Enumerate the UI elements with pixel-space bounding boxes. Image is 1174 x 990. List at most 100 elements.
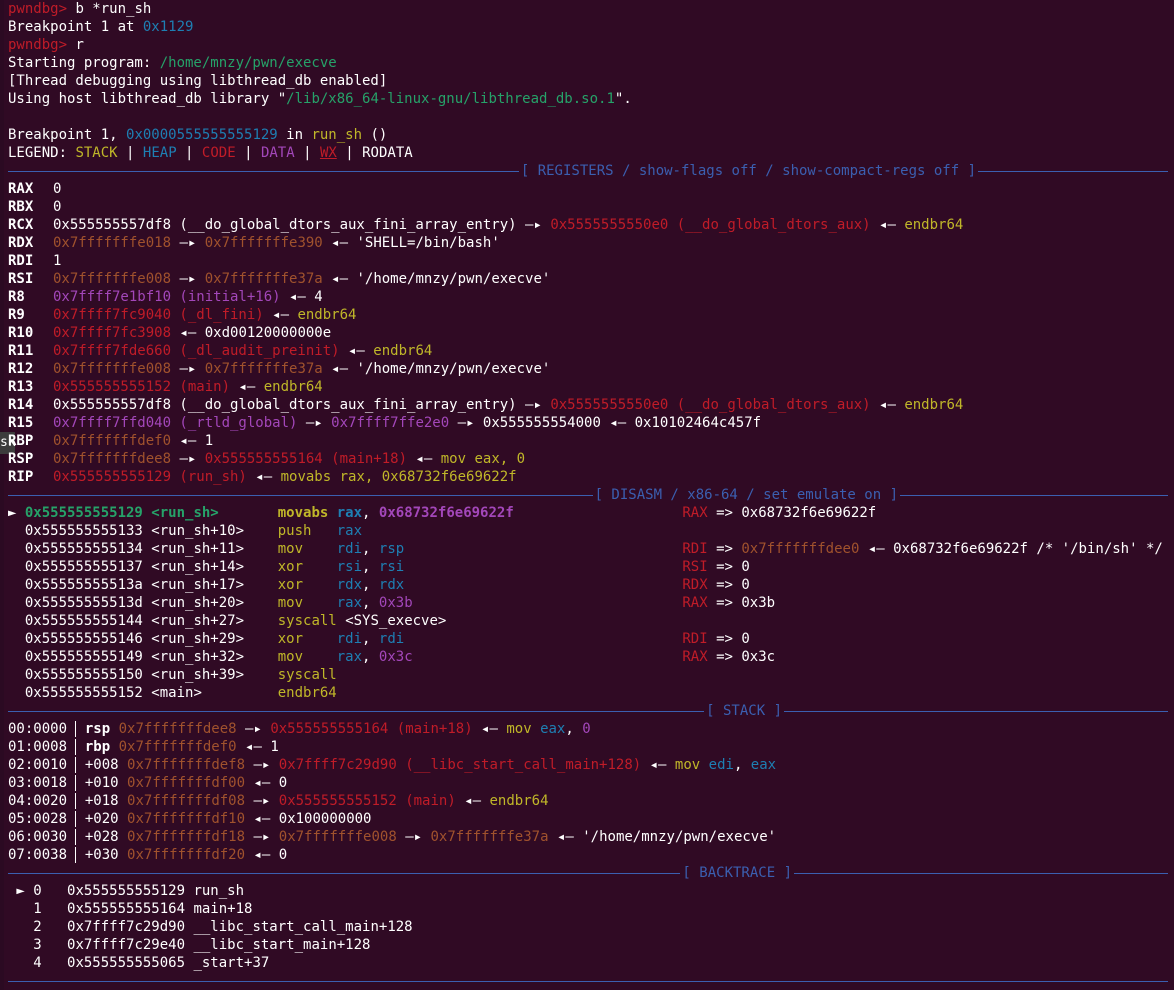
pointer-arrow: —▸ (245, 757, 279, 773)
deref-arrow: ◂— (407, 451, 441, 467)
final-value: '/home/mnzy/pwn/execve' (356, 361, 551, 377)
backtrace-frame: ► 0 0x555555555129 run_sh (8, 882, 1168, 900)
operand: rsi (336, 559, 363, 575)
deref-arrow: ◂— (236, 739, 271, 755)
prompt: pwndbg> (8, 37, 68, 53)
deref-arrow: ◂— (280, 289, 315, 305)
operands: rdi, rdi (337, 631, 404, 647)
bottom-separator (8, 972, 1168, 990)
stack-index: 04:0020 (8, 793, 76, 809)
stack-address: 0x7fffffffdf00 (127, 775, 246, 791)
text (337, 613, 345, 629)
stack-offset: +020 (84, 811, 128, 827)
text: , (565, 721, 583, 737)
disasm-row: 0x55555555513a <run_sh+17> xor rdx, rdx … (8, 576, 1168, 594)
register-row: RDX 0x7fffffffe018 —▸ 0x7fffffffe390 ◂— '… (8, 234, 1168, 252)
operand: eax (540, 721, 566, 737)
text: => (707, 505, 742, 521)
register-row: R13 0x555555555152 (main) ◂— endbr64 (8, 378, 1168, 396)
pointer-arrow: —▸ (171, 361, 205, 377)
stack-row: 03:0018 +010 0x7fffffffdf00 ◂— 0 (8, 774, 1168, 792)
section-title: [ DISASM / x86-64 / set emulate on ] (594, 487, 898, 503)
deref-arrow: ◂— (263, 307, 298, 323)
instruction-address: 0x555555555152 (24, 685, 152, 701)
pointer-arrow: —▸ (297, 415, 332, 431)
register-row: R15 0x7ffff7ffd040 (_rtld_global) —▸ 0x7f… (8, 414, 1168, 432)
final-value: '/home/mnzy/pwn/execve' (356, 271, 551, 287)
disasm-row: 0x55555555513d <run_sh+20> mov rax, 0x3b… (8, 594, 1168, 612)
frame-function: __libc_start_call_main+128 (193, 919, 413, 935)
register-row: RAX 0 (8, 180, 1168, 198)
terminal-output[interactable]: pwndbg> b *run_sh Breakpoint 1 at 0x1129… (8, 0, 1168, 990)
emulated-value: 0 (741, 559, 750, 575)
gutter (8, 595, 25, 611)
gutter (8, 523, 25, 539)
text: , (362, 649, 379, 665)
gutter (8, 901, 33, 917)
stack-address: 0x7fffffffdf18 (127, 829, 246, 845)
output-line: [Thread debugging using libthread_db ena… (8, 72, 1168, 90)
emulated-register: RAX (682, 649, 708, 665)
opcode: mov (506, 721, 541, 737)
deref-arrow: ◂— (600, 415, 635, 431)
instruction-address: 0x55555555513a (24, 577, 152, 593)
opcode: mov (277, 595, 337, 611)
disasm-row: ► 0x555555555129 <run_sh> movabs rax, 0x… (8, 504, 1168, 522)
operands: rax, 0x68732f6e69622f (337, 505, 514, 521)
register-row: RDI 1 (8, 252, 1168, 270)
opcode: xor (277, 559, 337, 575)
registers-separator: [ REGISTERS / show-flags off / show-comp… (8, 162, 1168, 180)
output-text: Breakpoint 1, (8, 127, 127, 143)
legend-stack: STACK (75, 145, 118, 161)
text: , (362, 541, 379, 557)
stack-gutter (75, 829, 85, 845)
output-text: [Thread debugging using libthread_db ena… (8, 73, 388, 89)
register-value: 0x555555557df8 (__do_global_dtors_aux_fi… (53, 397, 517, 413)
backtrace-frame: 4 0x555555555065 _start+37 (8, 954, 1168, 972)
emulated-register: RAX (682, 595, 708, 611)
text: => (707, 595, 742, 611)
deref-arrow: ◂— (171, 433, 205, 449)
operands: rax, 0x3b (337, 595, 413, 611)
prompt-line: pwndbg> b *run_sh (8, 0, 1168, 18)
stack-index: 03:0018 (8, 775, 76, 791)
instruction-address: 0x555555555129 (24, 505, 152, 521)
deref-arrow: ◂— (245, 847, 279, 863)
final-value: endbr64 (904, 217, 964, 233)
operand: rax (336, 505, 363, 521)
opcode: mov (277, 649, 337, 665)
register-value: 0x7fffffffdef0 (53, 433, 172, 449)
pointer-arrow: —▸ (171, 235, 205, 251)
deref-value: 0x555555555164 (main+18) (270, 721, 473, 737)
gutter (8, 613, 25, 629)
address: 0x0000555555555129 (126, 127, 278, 143)
emulated-value: 0x68732f6e69622f (741, 505, 877, 521)
stack-index: 01:0008 (8, 739, 76, 755)
deref-arrow: ◂— (171, 325, 205, 341)
deref-arrow: ◂— (322, 235, 357, 251)
register-name: RCX (8, 217, 34, 233)
frame-address: 0x555555555065 (67, 955, 194, 971)
output-line: Breakpoint 1, 0x0000555555555129 in run_… (8, 126, 1168, 144)
deref-arrow: ◂— (339, 343, 374, 359)
deref-value: 0x555555554000 (482, 415, 601, 431)
syscall-name: <SYS_execve> (345, 613, 447, 629)
operand: eax (750, 757, 777, 773)
gutter (8, 559, 25, 575)
stack-address: 0x7fffffffdef8 (127, 757, 246, 773)
command-text: b *run_sh (67, 1, 152, 17)
final-value: 'SHELL=/bin/bash' (356, 235, 500, 251)
deref-arrow: ◂— (455, 793, 490, 809)
pointer-arrow: —▸ (516, 397, 551, 413)
output-line: Starting program: /home/mnzy/pwn/execve (8, 54, 1168, 72)
final-value: 1 (270, 739, 279, 755)
register-value: 0x555555557df8 (__do_global_dtors_aux_fi… (53, 217, 517, 233)
backtrace-frame: 2 0x7ffff7c29d90 __libc_start_call_main+… (8, 918, 1168, 936)
stack-index: 07:0038 (8, 847, 76, 863)
deref-value: 0x555555555152 (main) (278, 793, 456, 809)
deref-value: 0x5555555550e0 (__do_global_dtors_aux) (550, 397, 871, 413)
text: , (362, 577, 379, 593)
